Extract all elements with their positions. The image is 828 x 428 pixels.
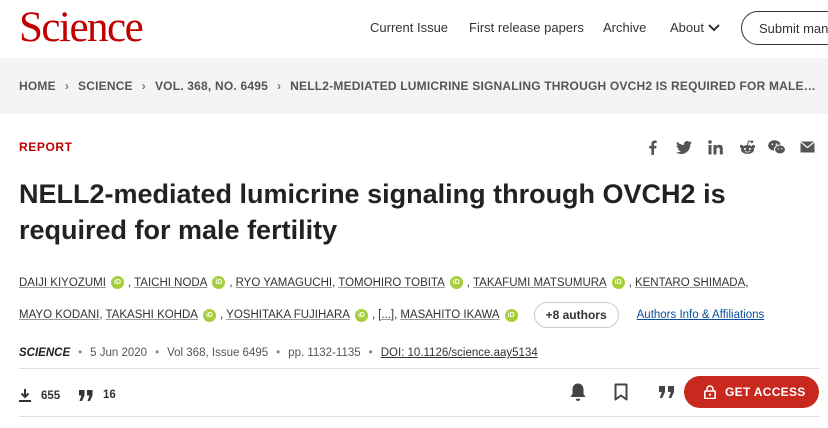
page-range: pp. 1132-1135 [288, 347, 361, 359]
author-link[interactable]: TOMOHIRO TOBITA [338, 277, 445, 289]
downloads-count: 655 [41, 389, 61, 402]
breadcrumb-volume[interactable]: VOL. 368, NO. 6495 [155, 79, 268, 93]
orcid-icon[interactable]: iD [202, 308, 216, 322]
publication-date: 5 Jun 2020 [90, 347, 148, 359]
reddit-icon[interactable] [738, 139, 756, 155]
orcid-icon[interactable]: iD [354, 308, 368, 322]
downloads-metric: 655 [19, 389, 60, 402]
nav-current-issue[interactable]: Current Issue [370, 20, 448, 35]
author-link[interactable]: TAICHI NODA [134, 277, 207, 289]
author-link[interactable]: MASAHITO IKAWA [400, 309, 499, 321]
chevron-right-icon: › [276, 79, 282, 93]
author-list-line-2: MAYO KODANI, TAKASHI KOHDA iD, YOSHITAKA… [19, 302, 764, 328]
author-link[interactable]: RYO YAMAGUCHI [236, 277, 333, 289]
lock-icon [704, 385, 716, 399]
nav-archive[interactable]: Archive [603, 20, 646, 35]
download-icon [19, 389, 31, 402]
authors-affiliations-link[interactable]: Authors Info & Affiliations [637, 309, 765, 321]
orcid-icon[interactable]: iD [504, 308, 518, 322]
author-link[interactable]: MAYO KODANI [19, 309, 99, 321]
citations-metric: 16 [79, 389, 116, 401]
nav-about[interactable]: About [670, 20, 720, 35]
twitter-icon[interactable] [675, 139, 693, 155]
submit-manuscript-button[interactable]: Submit manuscript [741, 11, 828, 45]
author-link[interactable]: TAKASHI KOHDA [106, 309, 198, 321]
citation-meta: SCIENCE • 5 Jun 2020 • Vol 368, Issue 64… [19, 347, 538, 359]
email-icon[interactable] [798, 139, 816, 155]
divider [19, 416, 819, 417]
science-logo[interactable]: Science [19, 6, 144, 49]
doi-link[interactable]: DOI: 10.1126/science.aay5134 [381, 347, 538, 359]
get-access-button[interactable]: GET ACCESS [684, 376, 819, 408]
nav-about-label: About [670, 20, 704, 35]
breadcrumb-home[interactable]: HOME [19, 79, 56, 93]
orcid-icon[interactable]: iD [110, 276, 124, 289]
bookmark-icon[interactable] [611, 381, 631, 403]
author-link[interactable]: TAKAFUMI MATSUMURA [473, 277, 607, 289]
author-link[interactable]: YOSHITAKA FUJIHARA [226, 309, 350, 321]
quote-icon [79, 389, 93, 401]
divider [19, 368, 819, 369]
facebook-icon[interactable] [643, 139, 661, 155]
author-link[interactable]: DAIJI KIYOZUMI [19, 277, 106, 289]
citations-count: 16 [103, 389, 116, 401]
breadcrumb-band: HOME › SCIENCE › VOL. 368, NO. 6495 › NE… [0, 58, 828, 114]
cite-icon[interactable] [656, 381, 676, 403]
chevron-right-icon: › [141, 79, 146, 93]
volume-issue: Vol 368, Issue 6495 [167, 347, 269, 359]
chevron-down-icon [708, 23, 720, 31]
more-authors-button[interactable]: +8 authors [533, 302, 619, 328]
journal-name[interactable]: SCIENCE [19, 347, 70, 359]
breadcrumb-science[interactable]: SCIENCE [78, 79, 133, 93]
chevron-right-icon: › [64, 79, 70, 93]
orcid-icon[interactable]: iD [449, 276, 463, 289]
breadcrumb-article: NELL2-MEDIATED LUMICRINE SIGNALING THROU… [290, 79, 816, 93]
breadcrumb: HOME › SCIENCE › VOL. 368, NO. 6495 › NE… [19, 79, 816, 93]
author-list-line-1: DAIJI KIYOZUMI iD, TAICHI NODA iD, RYO Y… [19, 276, 749, 289]
nav-first-release[interactable]: First release papers [469, 20, 584, 35]
site-header: Science Current Issue First release pape… [0, 0, 828, 58]
author-link[interactable]: KENTARO SHIMADA [635, 277, 745, 289]
orcid-icon[interactable]: iD [212, 276, 226, 289]
orcid-icon[interactable]: iD [611, 276, 625, 289]
article-type: REPORT [19, 140, 73, 154]
author-ellipsis[interactable]: [...] [378, 309, 394, 321]
bell-icon[interactable] [568, 381, 588, 403]
article-title: NELL2-mediated lumicrine signaling throu… [19, 179, 726, 245]
linkedin-icon[interactable] [706, 139, 724, 155]
wechat-icon[interactable] [768, 139, 786, 155]
get-access-label: GET ACCESS [725, 385, 806, 399]
